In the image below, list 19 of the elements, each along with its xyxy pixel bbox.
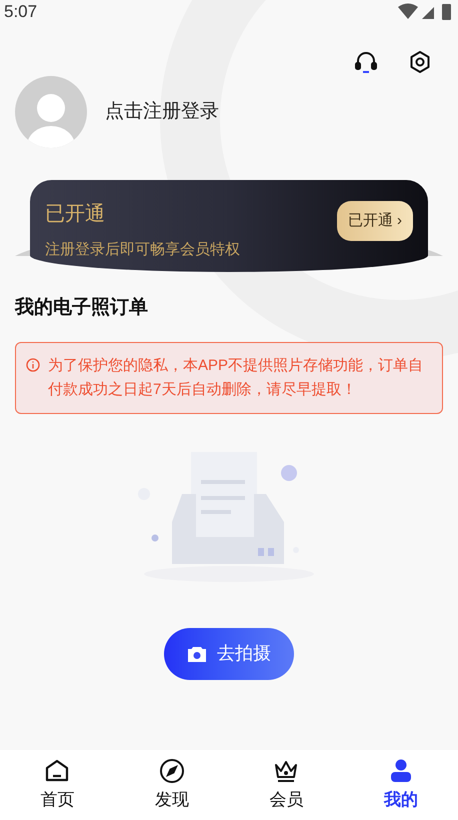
camera-icon xyxy=(187,644,207,662)
tab-bar-item[interactable]: 我的 xyxy=(344,750,458,820)
compass-icon xyxy=(158,758,185,784)
settings-button[interactable] xyxy=(408,50,432,74)
vip-status-title: 已开通 xyxy=(45,202,106,227)
tab-bar-item[interactable]: 发现 xyxy=(114,750,229,820)
status-icons xyxy=(398,3,454,21)
orders-title: 我的电子照订单 xyxy=(15,296,149,320)
login-link[interactable]: 点击注册登录 xyxy=(105,98,219,126)
take-photo-button[interactable]: 去拍摄 xyxy=(164,628,294,680)
status-time: 5:07 xyxy=(4,1,38,24)
home-icon xyxy=(44,758,70,784)
info-icon xyxy=(26,358,40,372)
headset-button[interactable] xyxy=(354,50,378,74)
tab-bar-item[interactable]: 首页 xyxy=(0,750,114,820)
privacy-notice-text: 为了保护您的隐私，本APP不提供照片存储功能，订单自付款成功之日起7天后自动删除，请尽早提取！ xyxy=(48,356,424,400)
vip-status-button[interactable]: 已开通 › xyxy=(336,200,413,242)
vip-card-subtitle: 注册登录后即可畅享会员特权 xyxy=(45,240,240,260)
tab-bar-item[interactable]: 会员 xyxy=(229,750,344,820)
